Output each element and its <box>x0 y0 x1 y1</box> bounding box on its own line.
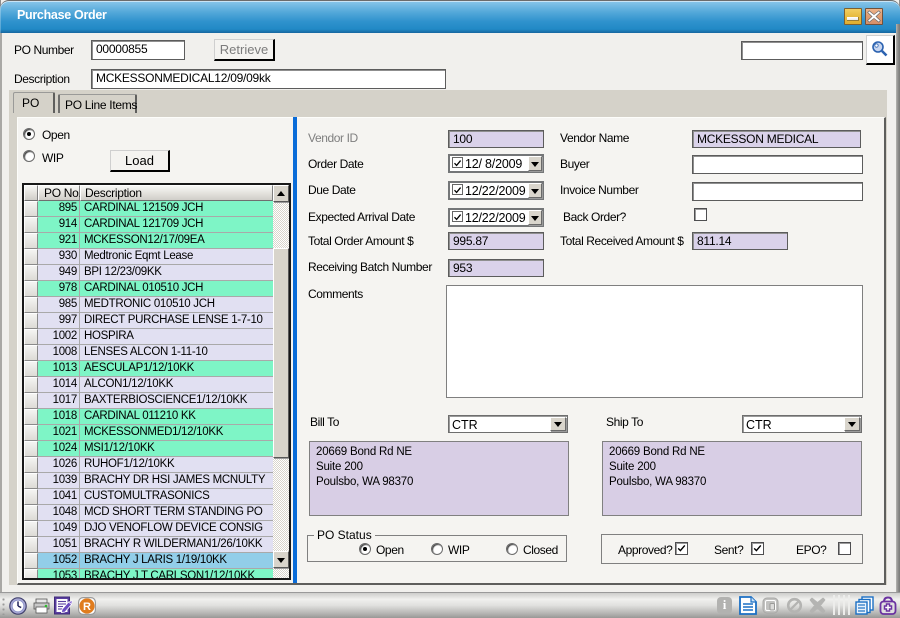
svg-text:R: R <box>83 601 91 613</box>
